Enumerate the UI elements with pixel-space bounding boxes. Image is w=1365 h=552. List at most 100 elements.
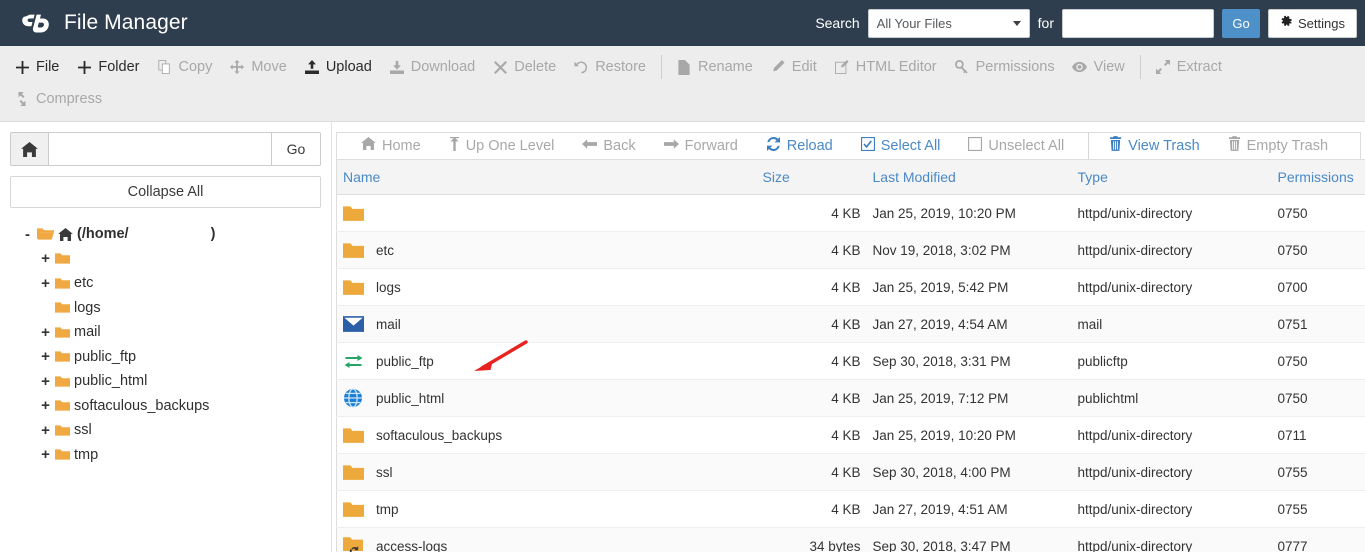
toolbar-permissions-button[interactable]: Permissions: [950, 51, 1068, 83]
home-icon[interactable]: [10, 132, 49, 166]
tree-node-public-ftp[interactable]: + public_ftp: [22, 345, 321, 370]
file-table-body: 4 KB Jan 25, 2019, 10:20 PM httpd/unix-d…: [336, 194, 1365, 552]
file-table-header-row: Name Size Last Modified Type Permissions: [336, 159, 1365, 195]
cell-name[interactable]: ssl: [336, 453, 757, 491]
column-header-name[interactable]: Name: [336, 159, 757, 195]
file-name: access-logs: [376, 538, 448, 552]
table-row[interactable]: ssl 4 KB Sep 30, 2018, 4:00 PM httpd/uni…: [336, 453, 1365, 491]
tree-toggle-icon[interactable]: +: [40, 398, 51, 413]
tree-toggle-icon[interactable]: -: [22, 227, 33, 242]
path-go-button[interactable]: Go: [271, 132, 321, 166]
toolbar-file-button[interactable]: File: [10, 51, 72, 83]
table-row[interactable]: public_ftp 4 KB Sep 30, 2018, 3:31 PM pu…: [336, 342, 1365, 380]
search-input[interactable]: [1062, 8, 1215, 38]
table-row[interactable]: mail 4 KB Jan 27, 2019, 4:54 AM mail 075…: [336, 305, 1365, 343]
tree-toggle-icon[interactable]: +: [40, 447, 51, 462]
column-header-permissions[interactable]: Permissions: [1271, 159, 1365, 195]
toolbar-download-button[interactable]: Download: [385, 51, 489, 83]
tree-node-public-html[interactable]: + public_html: [22, 369, 321, 394]
nav-forward-button[interactable]: Forward: [650, 137, 752, 155]
toolbar-extract-button[interactable]: Extract: [1151, 51, 1235, 83]
toolbar-upload-button[interactable]: Upload: [300, 51, 385, 83]
toolbar-view-button[interactable]: View: [1068, 51, 1138, 83]
cell-permissions: 0750: [1271, 379, 1365, 417]
toolbar-divider-2: [1139, 55, 1141, 79]
tree-toggle-icon[interactable]: +: [40, 349, 51, 364]
nav-back-button[interactable]: Back: [568, 137, 649, 155]
table-row[interactable]: tmp 4 KB Jan 27, 2019, 4:51 AM httpd/uni…: [336, 490, 1365, 528]
column-header-type[interactable]: Type: [1071, 159, 1272, 195]
nav-empty-trash-button[interactable]: Empty Trash: [1214, 136, 1342, 156]
cell-permissions: 0750: [1271, 194, 1365, 232]
tree-node-softaculous-backups[interactable]: + softaculous_backups: [22, 394, 321, 419]
nav-label: Back: [603, 138, 636, 154]
cell-permissions: 0755: [1271, 453, 1365, 491]
toolbar-restore-button[interactable]: Restore: [569, 51, 659, 83]
arrow-right-icon: [663, 137, 679, 155]
table-row[interactable]: logs 4 KB Jan 25, 2019, 5:42 PM httpd/un…: [336, 268, 1365, 306]
cell-size: 34 bytes: [756, 527, 867, 552]
cell-name[interactable]: tmp: [336, 490, 757, 528]
x-icon: [492, 60, 508, 74]
tree-node-home[interactable]: - (/home/ ): [22, 222, 321, 247]
cell-name[interactable]: access-logs: [336, 527, 757, 552]
cell-size: 4 KB: [756, 194, 867, 232]
toolbar-rename-button[interactable]: Rename: [672, 51, 766, 83]
nav-unselect-all-button[interactable]: Unselect All: [954, 136, 1078, 156]
settings-button[interactable]: Settings: [1268, 8, 1357, 38]
home-icon: [58, 227, 73, 241]
tree-node-mail[interactable]: + mail: [22, 320, 321, 345]
toolbar-compress-button[interactable]: Compress: [10, 83, 115, 115]
table-row[interactable]: access-logs 34 bytes Sep 30, 2018, 3:47 …: [336, 527, 1365, 552]
toolbar-move-button[interactable]: Move: [225, 51, 299, 83]
folder-icon: [343, 277, 365, 297]
toolbar-html-editor-button[interactable]: HTML Editor: [830, 51, 950, 83]
table-row[interactable]: public_html 4 KB Jan 25, 2019, 7:12 PM p…: [336, 379, 1365, 417]
cell-last-modified: Nov 19, 2018, 3:02 PM: [866, 231, 1072, 269]
tree-node-item[interactable]: +: [22, 247, 321, 272]
cell-name[interactable]: logs: [336, 268, 757, 306]
cell-name[interactable]: etc: [336, 231, 757, 269]
table-row[interactable]: etc 4 KB Nov 19, 2018, 3:02 PM httpd/uni…: [336, 231, 1365, 269]
tree-toggle-icon[interactable]: +: [40, 325, 51, 340]
cell-name[interactable]: public_html: [336, 379, 757, 417]
toolbar-edit-button[interactable]: Edit: [766, 51, 830, 83]
nav-view-trash-button[interactable]: View Trash: [1095, 136, 1213, 156]
path-input[interactable]: [49, 132, 271, 166]
tree-toggle-icon[interactable]: +: [40, 251, 51, 266]
toolbar-delete-button[interactable]: Delete: [488, 51, 569, 83]
tree-node-etc[interactable]: + etc: [22, 271, 321, 296]
table-row[interactable]: softaculous_backups 4 KB Jan 25, 2019, 1…: [336, 416, 1365, 454]
nav-select-all-button[interactable]: Select All: [847, 136, 955, 156]
tree-toggle-icon[interactable]: +: [40, 423, 51, 438]
nav-home-button[interactable]: Home: [347, 137, 435, 155]
toolbar-copy-button[interactable]: Copy: [152, 51, 225, 83]
cell-name[interactable]: mail: [336, 305, 757, 343]
toolbar-label: Copy: [178, 59, 213, 75]
cell-name[interactable]: softaculous_backups: [336, 416, 757, 454]
tree-toggle-icon[interactable]: +: [40, 374, 51, 389]
cell-permissions: 0751: [1271, 305, 1365, 343]
folder-icon: [55, 301, 70, 314]
cell-type: httpd/unix-directory: [1071, 231, 1272, 269]
collapse-all-button[interactable]: Collapse All: [10, 176, 321, 208]
tree-node-tmp[interactable]: + tmp: [22, 443, 321, 468]
tree-node-ssl[interactable]: + ssl: [22, 418, 321, 443]
gear-icon: [1280, 15, 1293, 31]
table-row[interactable]: 4 KB Jan 25, 2019, 10:20 PM httpd/unix-d…: [336, 194, 1365, 232]
nav-reload-button[interactable]: Reload: [752, 136, 847, 156]
cell-name[interactable]: [336, 194, 757, 232]
column-header-size[interactable]: Size: [756, 159, 867, 195]
tree-node-logs[interactable]: logs: [22, 296, 321, 321]
toolbar-folder-button[interactable]: Folder: [72, 51, 152, 83]
cell-name[interactable]: public_ftp: [336, 342, 757, 380]
tree-toggle-icon[interactable]: +: [40, 276, 51, 291]
toolbar-label: Permissions: [975, 59, 1055, 75]
search-scope-select[interactable]: All Your Files: [867, 8, 1030, 38]
tree-node-label: softaculous_backups: [74, 397, 210, 414]
search-go-button[interactable]: Go: [1222, 8, 1261, 38]
home-icon: [361, 137, 376, 155]
nav-up-one-level-button[interactable]: Up One Level: [435, 136, 569, 156]
file-table: Name Size Last Modified Type Permissions: [336, 159, 1365, 552]
column-header-last-modified[interactable]: Last Modified: [866, 159, 1072, 195]
